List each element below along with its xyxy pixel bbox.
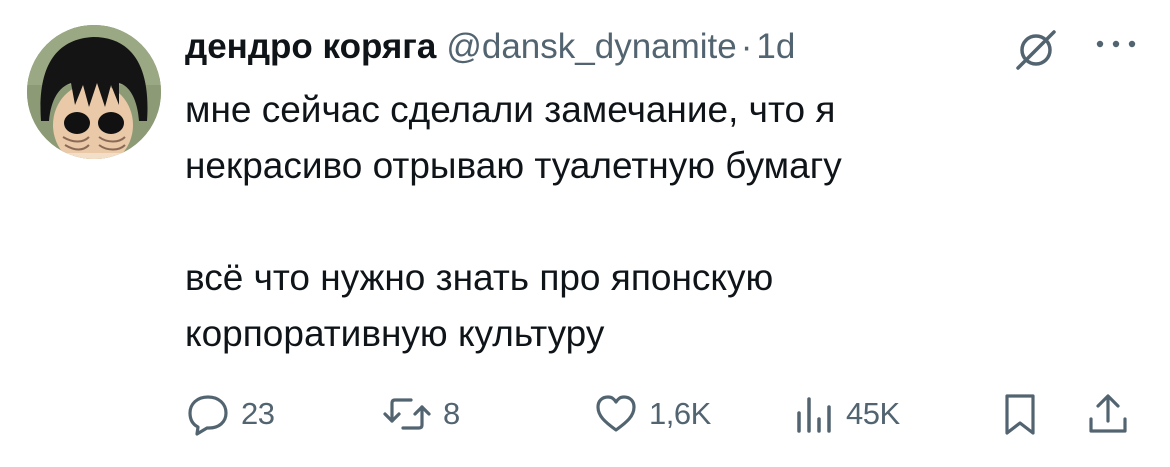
views-count: 45K [846, 396, 900, 431]
share-button[interactable] [1085, 390, 1131, 438]
tweet-text: мне сейчас сделали замечание, что я некр… [185, 89, 842, 354]
reply-count: 23 [241, 396, 275, 431]
user-handle[interactable]: @dansk_dynamite [446, 24, 736, 70]
bookmark-button[interactable] [997, 390, 1043, 438]
bookmark-icon [1005, 394, 1035, 435]
more-dots-icon[interactable] [1092, 37, 1140, 51]
timestamp[interactable]: 1d [756, 24, 795, 70]
repost-arrows-icon [383, 398, 431, 430]
like-count: 1,6K [649, 396, 711, 431]
avatar[interactable] [27, 25, 161, 159]
heart-icon [596, 395, 636, 432]
avatar-image [27, 25, 161, 159]
repost-button[interactable]: 8 [381, 390, 460, 438]
repost-count: 8 [443, 396, 460, 431]
tweet-header: дендро коряга @dansk_dynamite · 1d [185, 24, 795, 70]
action-bar: 23 8 1,6K 45K [185, 390, 1145, 438]
separator-dot: · [740, 27, 753, 66]
grok-icon[interactable] [1012, 26, 1060, 74]
speech-bubble-icon [188, 395, 228, 436]
reply-button[interactable]: 23 [185, 390, 275, 438]
like-button[interactable]: 1,6K [593, 390, 711, 438]
bar-chart-icon [797, 397, 831, 433]
display-name[interactable]: дендро коряга [185, 24, 436, 70]
share-upload-icon [1089, 394, 1127, 433]
views-button[interactable]: 45K [790, 390, 900, 438]
